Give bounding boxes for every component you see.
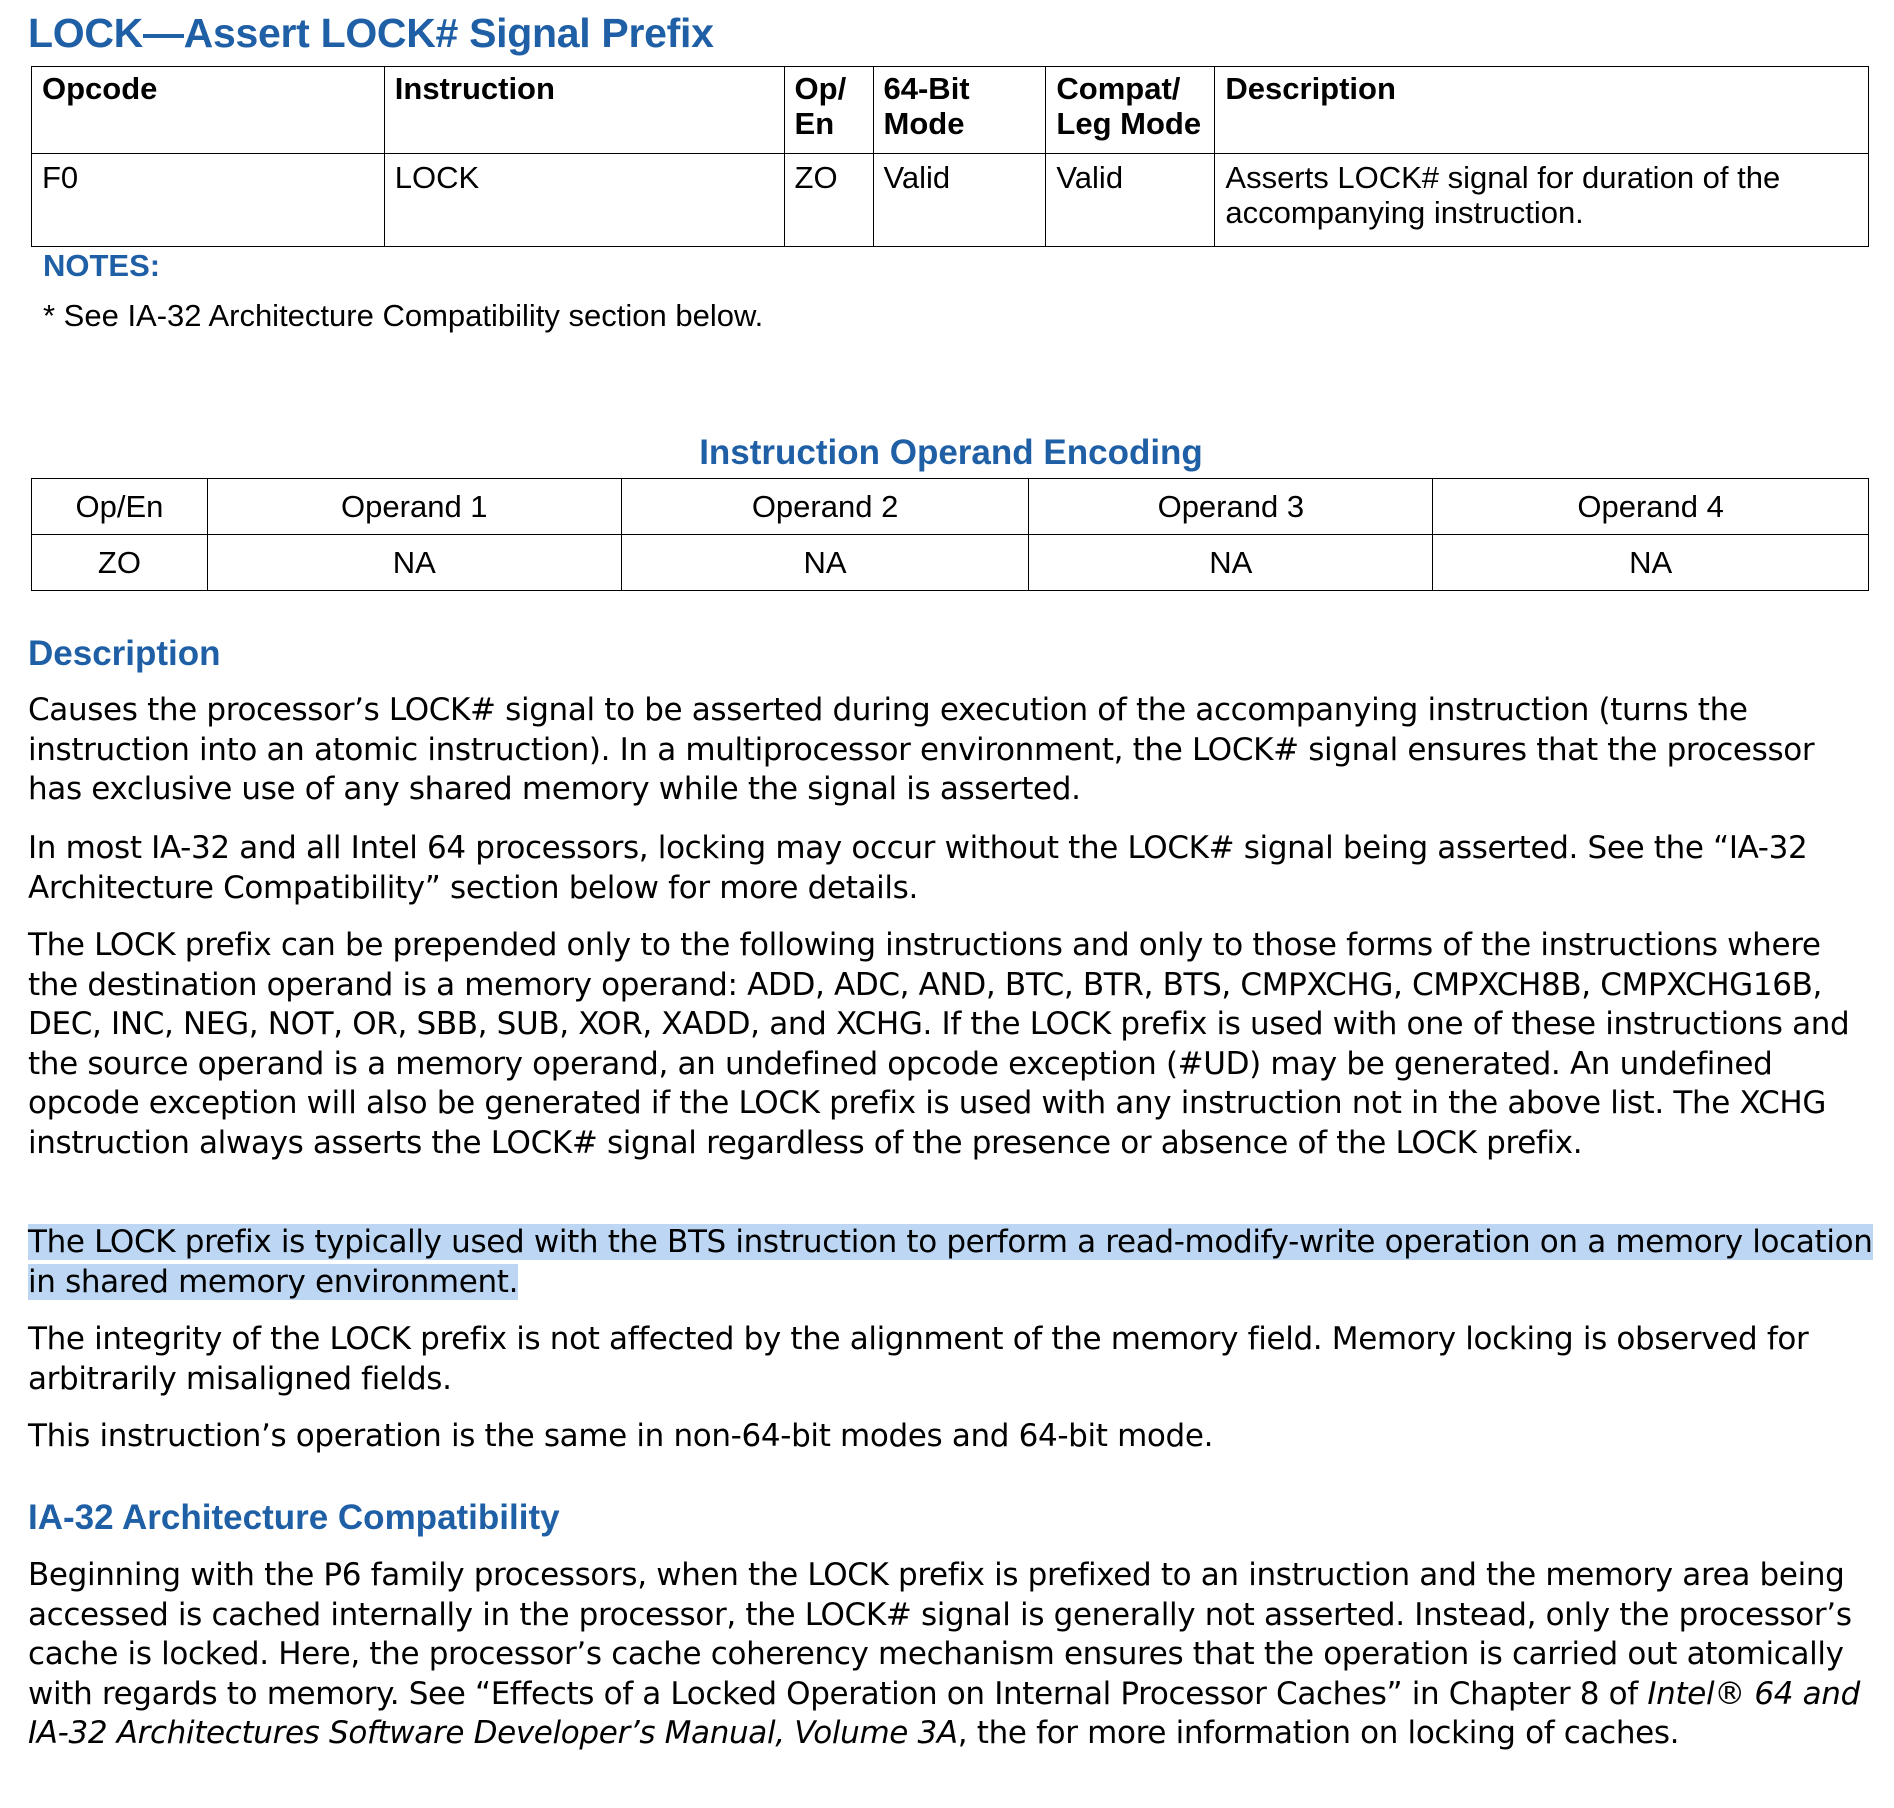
cell-operand-4: NA	[1432, 534, 1869, 591]
description-paragraph: Causes the processor’s LOCK# signal to b…	[28, 692, 1815, 807]
cell-description: Asserts LOCK# signal for duration of the…	[1214, 153, 1869, 247]
cell-instruction: LOCK	[383, 153, 785, 247]
cell-opcode: F0	[31, 153, 385, 247]
table-row: F0 LOCK ZO Valid Valid Asserts LOCK# sig…	[31, 153, 1869, 247]
header-opcode: Opcode	[31, 66, 385, 154]
header-operand-3: Operand 3	[1028, 478, 1434, 535]
header-instruction: Instruction	[383, 66, 785, 154]
operand-encoding-table: Op/En Operand 1 Operand 2 Operand 3 Oper…	[31, 478, 1869, 591]
page-title: LOCK—Assert LOCK# Signal Prefix	[28, 10, 714, 56]
opcode-table-header-row: Opcode Instruction Op/En 64-Bit Mode Comp…	[31, 66, 1869, 154]
description-paragraph: In most IA-32 and all Intel 64 processor…	[28, 830, 1808, 906]
description-heading: Description	[28, 634, 221, 673]
cell-operand-3: NA	[1028, 534, 1434, 591]
description-paragraph: The integrity of the LOCK prefix is not …	[28, 1321, 1809, 1397]
encoding-heading: Instruction Operand Encoding	[699, 433, 1203, 472]
highlighted-paragraph[interactable]: The LOCK prefix is typically used with t…	[28, 1223, 1874, 1302]
header-op-en: Op/En	[783, 66, 874, 154]
encoding-header-row: Op/En Operand 1 Operand 2 Operand 3 Oper…	[31, 478, 1869, 535]
header-operand-1: Operand 1	[206, 478, 622, 535]
table-row: ZO NA NA NA NA	[31, 534, 1869, 591]
text-selection-highlight[interactable]: The LOCK prefix is typically used with t…	[28, 1224, 1873, 1300]
description-paragraph: This instruction’s operation is the same…	[28, 1418, 1214, 1454]
compat-heading: IA-32 Architecture Compatibility	[28, 1498, 560, 1537]
header-64bit-mode: 64-Bit Mode	[872, 66, 1047, 154]
header-description: Description	[1214, 66, 1869, 154]
notes-heading: NOTES:	[43, 248, 161, 283]
header-operand-2: Operand 2	[620, 478, 1030, 535]
cell-operand-1: NA	[206, 534, 622, 591]
compat-paragraph: Beginning with the P6 family processors,…	[28, 1557, 1860, 1751]
cell-compat-mode: Valid	[1045, 153, 1216, 247]
cell-op-en: ZO	[31, 534, 208, 591]
cell-op-en: ZO	[783, 153, 874, 247]
opcode-table: Opcode Instruction Op/En 64-Bit Mode Comp…	[31, 66, 1869, 247]
cell-operand-2: NA	[620, 534, 1030, 591]
description-paragraph: The LOCK prefix can be prepended only to…	[28, 927, 1850, 1161]
header-operand-4: Operand 4	[1432, 478, 1869, 535]
notes-item: * See IA-32 Architecture Compatibility s…	[43, 298, 764, 333]
header-op-en: Op/En	[31, 478, 208, 535]
cell-64bit-mode: Valid	[872, 153, 1047, 247]
header-compat-leg-mode: Compat/Leg Mode	[1045, 66, 1216, 154]
